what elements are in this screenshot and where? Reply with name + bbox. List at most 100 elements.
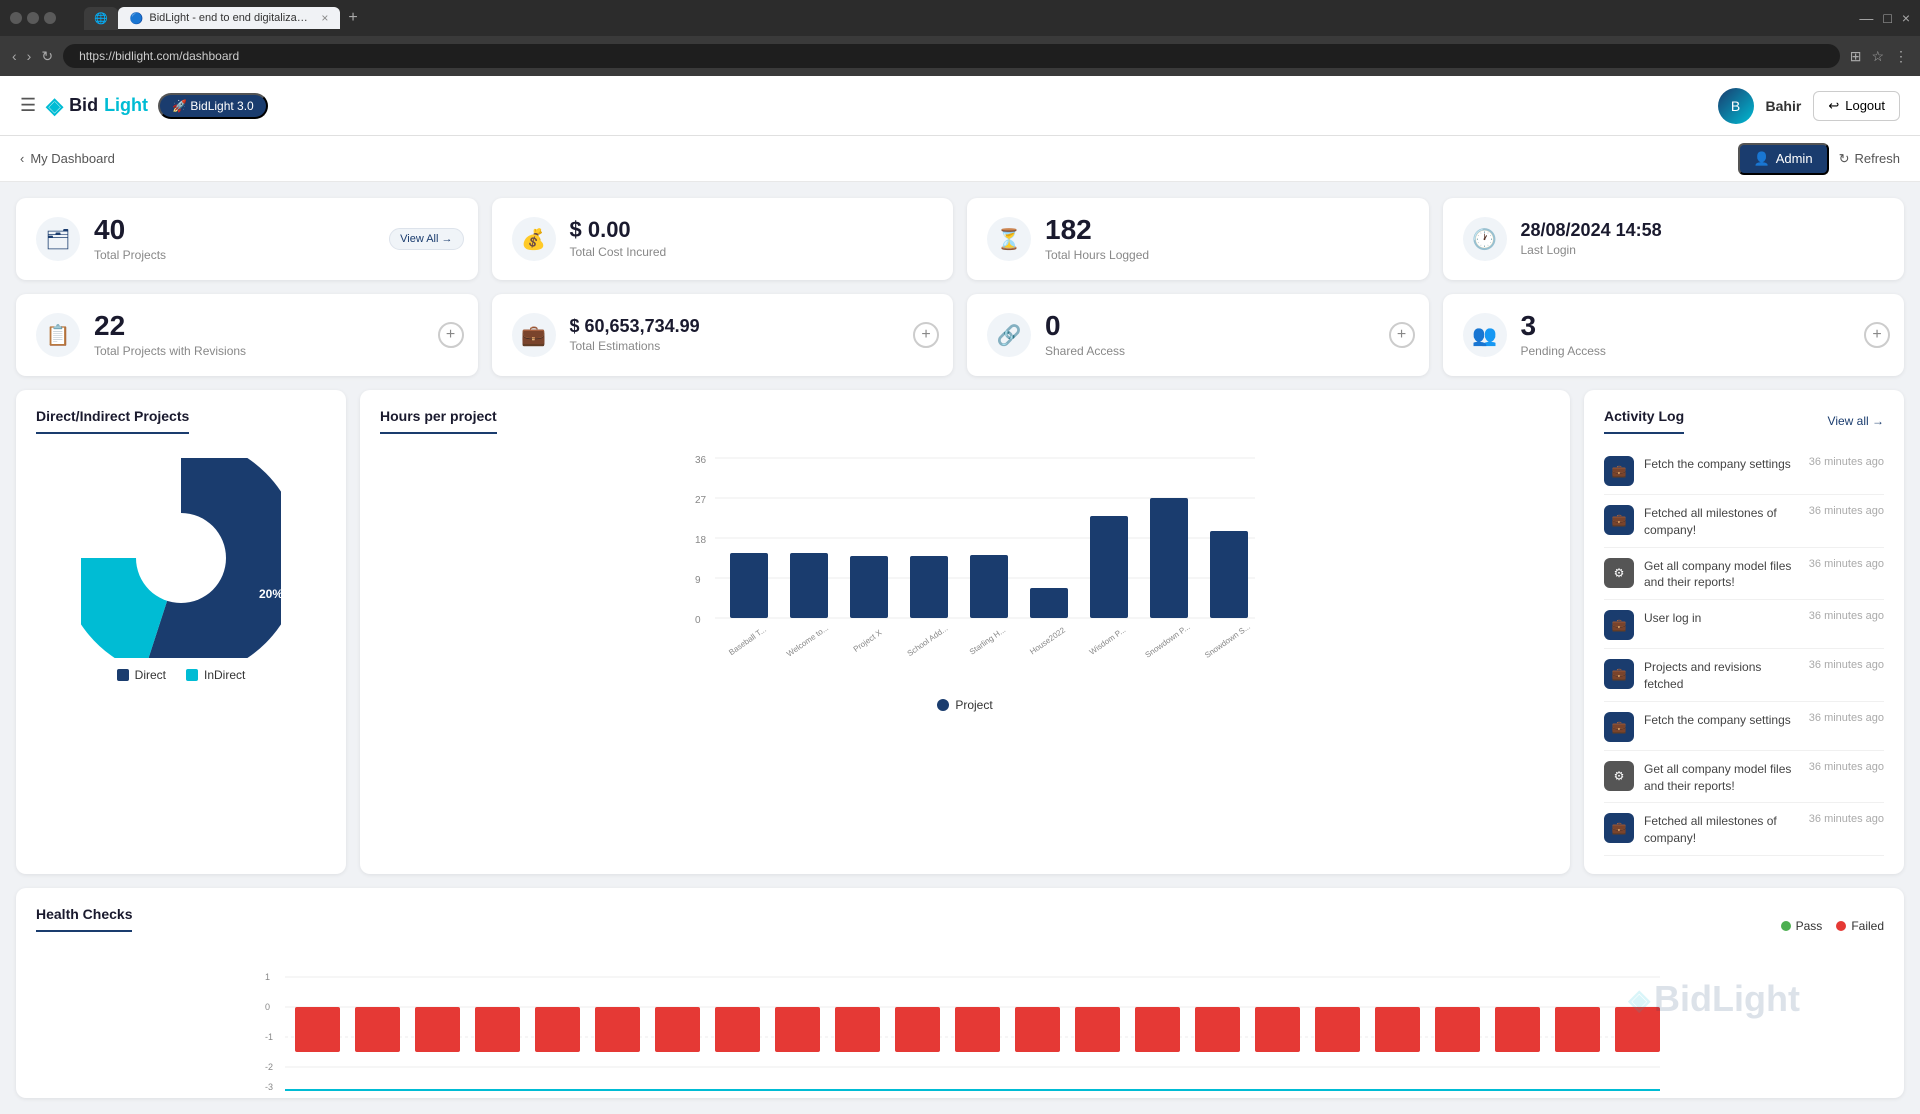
bar-label-baseball: Baseball T... (727, 625, 768, 657)
admin-button[interactable]: 👤 Admin (1738, 143, 1829, 175)
activity-text-5: Fetch the company settings (1644, 712, 1799, 729)
activity-text-2: Get all company model files and their re… (1644, 558, 1799, 592)
reload-nav-button[interactable]: ↻ (41, 48, 53, 65)
stat-icon-cost: 💰 (512, 217, 556, 261)
stat-action-revisions: + (438, 322, 464, 348)
hbar-20 (1435, 1007, 1480, 1052)
hbar-2 (355, 1007, 400, 1052)
refresh-button[interactable]: ↻ Refresh (1839, 151, 1900, 167)
stat-action-pending: + (1864, 322, 1890, 348)
health-chart-svg: 1 0 -1 -2 -3 (36, 960, 1884, 1100)
settings-icon[interactable]: ⋮ (1894, 48, 1908, 65)
activity-icon-2: ⚙ (1604, 558, 1634, 588)
tab-close-icon[interactable]: × (321, 11, 328, 25)
pie-chart-title: Direct/Indirect Projects (36, 408, 189, 434)
stat-card-revisions: 📋 22 Total Projects with Revisions + (16, 294, 478, 376)
user-name: Bahir (1766, 98, 1802, 114)
add-revision-button[interactable]: + (438, 322, 464, 348)
y-label-9: 9 (695, 575, 701, 586)
add-shared-button[interactable]: + (1389, 322, 1415, 348)
stat-icon-shared: 🔗 (987, 313, 1031, 357)
last-login-label: Last Login (1521, 243, 1885, 257)
browser-tab-active[interactable]: 🔵 BidLight - end to end digitalizati... … (118, 7, 341, 29)
stat-icon-estimations: 💼 (512, 313, 556, 357)
back-button[interactable]: ‹ My Dashboard (20, 151, 115, 166)
bar-chart-container: 36 27 18 9 0 Baseball T... (380, 448, 1550, 668)
browser-minimize[interactable] (10, 12, 22, 24)
charts-row: Direct/Indirect Projects 80% 20% (16, 390, 1904, 874)
activity-text-0: Fetch the company settings (1644, 456, 1799, 473)
url-input[interactable] (63, 44, 1840, 68)
hbar-16 (1195, 1007, 1240, 1052)
stat-card-total-cost: 💰 $ 0.00 Total Cost Incured (492, 198, 954, 280)
activity-icon-6: ⚙ (1604, 761, 1634, 791)
view-all-projects-button[interactable]: View All → (389, 228, 463, 250)
hy-0: 0 (265, 1002, 270, 1012)
bar-welcome (790, 553, 828, 618)
tab-icon: 🌐 (94, 12, 108, 25)
new-tab-button[interactable]: + (340, 9, 365, 27)
hbar-3 (415, 1007, 460, 1052)
bar-projectx (850, 556, 888, 618)
bar-baseball (730, 553, 768, 618)
browser-close[interactable] (44, 12, 56, 24)
total-hours-label: Total Hours Logged (1045, 248, 1409, 262)
activity-icon-4: 💼 (1604, 659, 1634, 689)
health-dot-failed (1836, 921, 1846, 931)
hbar-12 (955, 1007, 1000, 1052)
restore-icon[interactable]: □ (1883, 10, 1891, 26)
logout-button[interactable]: ↩ Logout (1813, 91, 1900, 121)
y-label-18: 18 (695, 535, 707, 546)
stats-row-2: 📋 22 Total Projects with Revisions + 💼 $… (16, 294, 1904, 376)
stat-card-pending-access: 👥 3 Pending Access + (1443, 294, 1905, 376)
bar-label-wisdom: Wisdom P... (1088, 625, 1128, 657)
bar-house (1030, 588, 1068, 618)
pie-chart-svg: 80% 20% (81, 458, 281, 658)
total-projects-label: Total Projects (94, 248, 458, 262)
total-hours-number: 182 (1045, 216, 1409, 244)
close-icon[interactable]: × (1902, 10, 1910, 26)
stat-action-projects: View All → (389, 228, 463, 250)
sidebar-toggle-button[interactable]: ☰ (20, 95, 36, 116)
bar-label-school: School Add... (906, 624, 950, 658)
hbar-14 (1075, 1007, 1120, 1052)
activity-time-4: 36 minutes ago (1809, 659, 1884, 671)
bar-legend-label: Project (955, 698, 992, 712)
version-badge-button[interactable]: 🚀 BidLight 3.0 (158, 93, 268, 119)
activity-log-card: Activity Log View all → 💼 Fetch the comp… (1584, 390, 1904, 874)
activity-text-7: Fetched all milestones of company! (1644, 813, 1799, 847)
hbar-17 (1255, 1007, 1300, 1052)
activity-time-7: 36 minutes ago (1809, 813, 1884, 825)
activity-icon-5: 💼 (1604, 712, 1634, 742)
activity-icon-7: 💼 (1604, 813, 1634, 843)
browser-window-buttons: — □ × (1859, 10, 1910, 26)
hbar-10 (835, 1007, 880, 1052)
back-nav-button[interactable]: ‹ (12, 48, 17, 64)
activity-item-0: 💼 Fetch the company settings 36 minutes … (1604, 448, 1884, 495)
hbar-15 (1135, 1007, 1180, 1052)
browser-tab-inactive[interactable]: 🌐 (84, 7, 118, 30)
activity-view-all-link[interactable]: View all → (1828, 414, 1884, 428)
bookmark-icon[interactable]: ☆ (1871, 48, 1884, 65)
logo-bid: Bid (69, 95, 98, 116)
extensions-icon[interactable]: ⊞ (1850, 48, 1862, 65)
bar-chart-card: Hours per project 36 27 18 9 0 (360, 390, 1570, 874)
pie-label-20: 20% (259, 587, 281, 601)
stat-icon-login: 🕐 (1463, 217, 1507, 261)
stat-icon-hours: ⏳ (987, 217, 1031, 261)
app-logo: ◈ BidLight (46, 93, 148, 119)
add-estimation-button[interactable]: + (913, 322, 939, 348)
forward-nav-button[interactable]: › (27, 48, 32, 64)
legend-label-direct: Direct (135, 668, 166, 682)
health-checks-title: Health Checks (36, 906, 132, 932)
add-pending-button[interactable]: + (1864, 322, 1890, 348)
minimize-icon[interactable]: — (1859, 10, 1873, 26)
stat-info-hours: 182 Total Hours Logged (1045, 216, 1409, 262)
logout-icon: ↩ (1828, 98, 1839, 114)
browser-maximize[interactable] (27, 12, 39, 24)
bar-legend-project: Project (937, 698, 992, 712)
stats-row-1: 🗂 40 Total Projects View All → 💰 $ 0.00 … (16, 198, 1904, 280)
bar-legend: Project (380, 698, 1550, 712)
admin-icon: 👤 (1754, 151, 1770, 167)
hbar-1 (295, 1007, 340, 1052)
